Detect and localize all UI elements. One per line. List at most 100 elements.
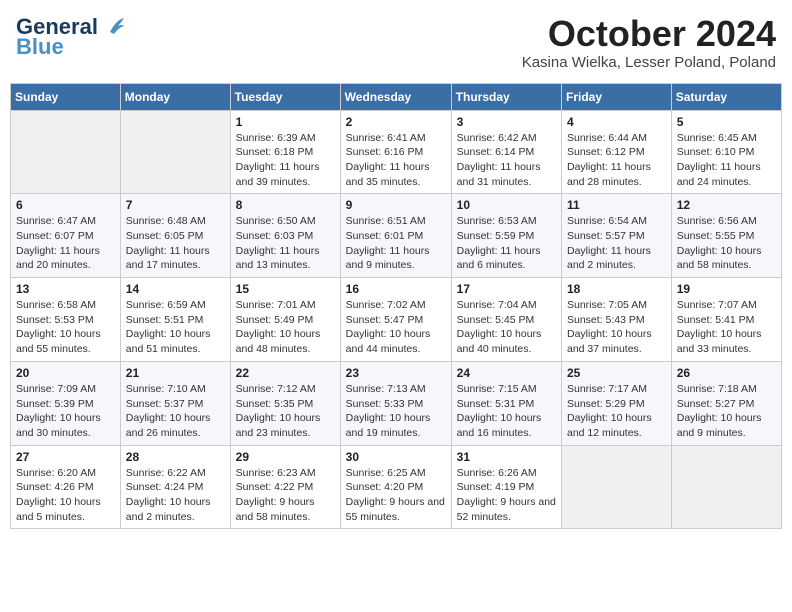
calendar-cell: 2Sunrise: 6:41 AMSunset: 6:16 PMDaylight… — [340, 110, 451, 194]
day-info: Sunrise: 6:45 AMSunset: 6:10 PMDaylight:… — [677, 131, 776, 190]
day-info: Sunrise: 6:22 AMSunset: 4:24 PMDaylight:… — [126, 466, 225, 525]
day-info: Sunrise: 6:59 AMSunset: 5:51 PMDaylight:… — [126, 298, 225, 357]
day-number: 15 — [236, 282, 335, 296]
calendar-week-row: 6 Sunrise: 6:47 AMSunset: 6:07 PMDaylight… — [11, 194, 782, 278]
day-number: 9 — [346, 198, 446, 212]
calendar-header-row: SundayMondayTuesdayWednesdayThursdayFrid… — [11, 83, 782, 110]
calendar-cell: 26 Sunrise: 7:18 AMSunset: 5:27 PMDayligh… — [671, 361, 781, 445]
calendar-cell: 17 Sunrise: 7:04 AMSunset: 5:45 PMDayligh… — [451, 278, 561, 362]
calendar-cell — [11, 110, 121, 194]
day-number: 3 — [457, 115, 556, 129]
calendar-cell: 19 Sunrise: 7:07 AMSunset: 5:41 PMDayligh… — [671, 278, 781, 362]
calendar-week-row: 27 Sunrise: 6:20 AMSunset: 4:26 PMDayligh… — [11, 445, 782, 529]
calendar-cell: 23Sunrise: 7:13 AMSunset: 5:33 PMDayligh… — [340, 361, 451, 445]
day-number: 2 — [346, 115, 446, 129]
day-number: 4 — [567, 115, 666, 129]
calendar-cell: 22 Sunrise: 7:12 AMSunset: 5:35 PMDayligh… — [230, 361, 340, 445]
calendar-cell: 10 Sunrise: 6:53 AMSunset: 5:59 PMDayligh… — [451, 194, 561, 278]
day-info: Sunrise: 6:26 AMSunset: 4:19 PMDaylight:… — [457, 466, 556, 525]
calendar-cell: 25Sunrise: 7:17 AMSunset: 5:29 PMDayligh… — [562, 361, 672, 445]
day-number: 28 — [126, 450, 225, 464]
calendar-week-row: 20 Sunrise: 7:09 AMSunset: 5:39 PMDayligh… — [11, 361, 782, 445]
day-info: Sunrise: 6:54 AMSunset: 5:57 PMDaylight:… — [567, 214, 666, 273]
day-info: Sunrise: 6:42 AMSunset: 6:14 PMDaylight:… — [457, 131, 556, 190]
day-info: Sunrise: 6:53 AMSunset: 5:59 PMDaylight:… — [457, 214, 556, 273]
day-info: Sunrise: 7:04 AMSunset: 5:45 PMDaylight:… — [457, 298, 556, 357]
day-number: 31 — [457, 450, 556, 464]
weekday-header-tuesday: Tuesday — [230, 83, 340, 110]
calendar-cell: 27 Sunrise: 6:20 AMSunset: 4:26 PMDayligh… — [11, 445, 121, 529]
day-info: Sunrise: 6:44 AMSunset: 6:12 PMDaylight:… — [567, 131, 666, 190]
day-number: 14 — [126, 282, 225, 296]
day-number: 16 — [346, 282, 446, 296]
day-number: 24 — [457, 366, 556, 380]
weekday-header-sunday: Sunday — [11, 83, 121, 110]
day-info: Sunrise: 7:12 AMSunset: 5:35 PMDaylight:… — [236, 382, 335, 441]
calendar-table: SundayMondayTuesdayWednesdayThursdayFrid… — [10, 83, 782, 530]
day-info: Sunrise: 7:10 AMSunset: 5:37 PMDaylight:… — [126, 382, 225, 441]
day-info: Sunrise: 6:56 AMSunset: 5:55 PMDaylight:… — [677, 214, 776, 273]
calendar-cell — [562, 445, 672, 529]
day-number: 13 — [16, 282, 115, 296]
calendar-cell: 21 Sunrise: 7:10 AMSunset: 5:37 PMDayligh… — [120, 361, 230, 445]
page-header: General Blue October 2024 Kasina Wielka,… — [10, 10, 782, 75]
calendar-cell: 3 Sunrise: 6:42 AMSunset: 6:14 PMDaylight… — [451, 110, 561, 194]
calendar-cell: 11 Sunrise: 6:54 AMSunset: 5:57 PMDayligh… — [562, 194, 672, 278]
day-number: 10 — [457, 198, 556, 212]
day-info: Sunrise: 7:09 AMSunset: 5:39 PMDaylight:… — [16, 382, 115, 441]
calendar-cell: 5 Sunrise: 6:45 AMSunset: 6:10 PMDaylight… — [671, 110, 781, 194]
calendar-cell: 4 Sunrise: 6:44 AMSunset: 6:12 PMDaylight… — [562, 110, 672, 194]
day-number: 29 — [236, 450, 335, 464]
day-number: 19 — [677, 282, 776, 296]
calendar-cell: 30Sunrise: 6:25 AMSunset: 4:20 PMDayligh… — [340, 445, 451, 529]
calendar-cell: 8 Sunrise: 6:50 AMSunset: 6:03 PMDaylight… — [230, 194, 340, 278]
day-number: 11 — [567, 198, 666, 212]
day-info: Sunrise: 6:23 AMSunset: 4:22 PMDaylight:… — [236, 466, 335, 525]
day-number: 27 — [16, 450, 115, 464]
calendar-cell: 12 Sunrise: 6:56 AMSunset: 5:55 PMDayligh… — [671, 194, 781, 278]
day-info: Sunrise: 6:51 AMSunset: 6:01 PMDaylight:… — [346, 214, 446, 273]
day-info: Sunrise: 6:58 AMSunset: 5:53 PMDaylight:… — [16, 298, 115, 357]
weekday-header-wednesday: Wednesday — [340, 83, 451, 110]
calendar-cell: 20 Sunrise: 7:09 AMSunset: 5:39 PMDayligh… — [11, 361, 121, 445]
day-number: 17 — [457, 282, 556, 296]
day-info: Sunrise: 6:20 AMSunset: 4:26 PMDaylight:… — [16, 466, 115, 525]
day-number: 22 — [236, 366, 335, 380]
calendar-cell: 16 Sunrise: 7:02 AMSunset: 5:47 PMDayligh… — [340, 278, 451, 362]
calendar-cell: 15 Sunrise: 7:01 AMSunset: 5:49 PMDayligh… — [230, 278, 340, 362]
weekday-header-thursday: Thursday — [451, 83, 561, 110]
location-title: Kasina Wielka, Lesser Poland, Poland — [522, 54, 776, 71]
day-info: Sunrise: 7:13 AMSunset: 5:33 PMDaylight:… — [346, 382, 446, 441]
calendar-cell: 9 Sunrise: 6:51 AMSunset: 6:01 PMDaylight… — [340, 194, 451, 278]
day-number: 7 — [126, 198, 225, 212]
day-number: 26 — [677, 366, 776, 380]
day-number: 5 — [677, 115, 776, 129]
weekday-header-saturday: Saturday — [671, 83, 781, 110]
calendar-cell: 31 Sunrise: 6:26 AMSunset: 4:19 PMDayligh… — [451, 445, 561, 529]
calendar-cell: 28 Sunrise: 6:22 AMSunset: 4:24 PMDayligh… — [120, 445, 230, 529]
calendar-week-row: 13 Sunrise: 6:58 AMSunset: 5:53 PMDayligh… — [11, 278, 782, 362]
day-info: Sunrise: 7:07 AMSunset: 5:41 PMDaylight:… — [677, 298, 776, 357]
calendar-cell: 18Sunrise: 7:05 AMSunset: 5:43 PMDayligh… — [562, 278, 672, 362]
day-number: 20 — [16, 366, 115, 380]
day-info: Sunrise: 6:47 AMSunset: 6:07 PMDaylight:… — [16, 214, 115, 273]
calendar-week-row: 1Sunrise: 6:39 AMSunset: 6:18 PMDaylight… — [11, 110, 782, 194]
day-number: 8 — [236, 198, 335, 212]
month-title: October 2024 — [522, 14, 776, 54]
day-info: Sunrise: 7:01 AMSunset: 5:49 PMDaylight:… — [236, 298, 335, 357]
day-number: 21 — [126, 366, 225, 380]
calendar-cell: 13 Sunrise: 6:58 AMSunset: 5:53 PMDayligh… — [11, 278, 121, 362]
day-info: Sunrise: 6:50 AMSunset: 6:03 PMDaylight:… — [236, 214, 335, 273]
calendar-cell: 7Sunrise: 6:48 AMSunset: 6:05 PMDaylight… — [120, 194, 230, 278]
day-info: Sunrise: 7:02 AMSunset: 5:47 PMDaylight:… — [346, 298, 446, 357]
day-number: 6 — [16, 198, 115, 212]
day-number: 18 — [567, 282, 666, 296]
calendar-cell — [120, 110, 230, 194]
logo-bird-icon — [102, 18, 124, 36]
day-info: Sunrise: 7:17 AMSunset: 5:29 PMDaylight:… — [567, 382, 666, 441]
day-number: 12 — [677, 198, 776, 212]
weekday-header-friday: Friday — [562, 83, 672, 110]
weekday-header-monday: Monday — [120, 83, 230, 110]
calendar-cell: 29 Sunrise: 6:23 AMSunset: 4:22 PMDayligh… — [230, 445, 340, 529]
day-info: Sunrise: 7:18 AMSunset: 5:27 PMDaylight:… — [677, 382, 776, 441]
